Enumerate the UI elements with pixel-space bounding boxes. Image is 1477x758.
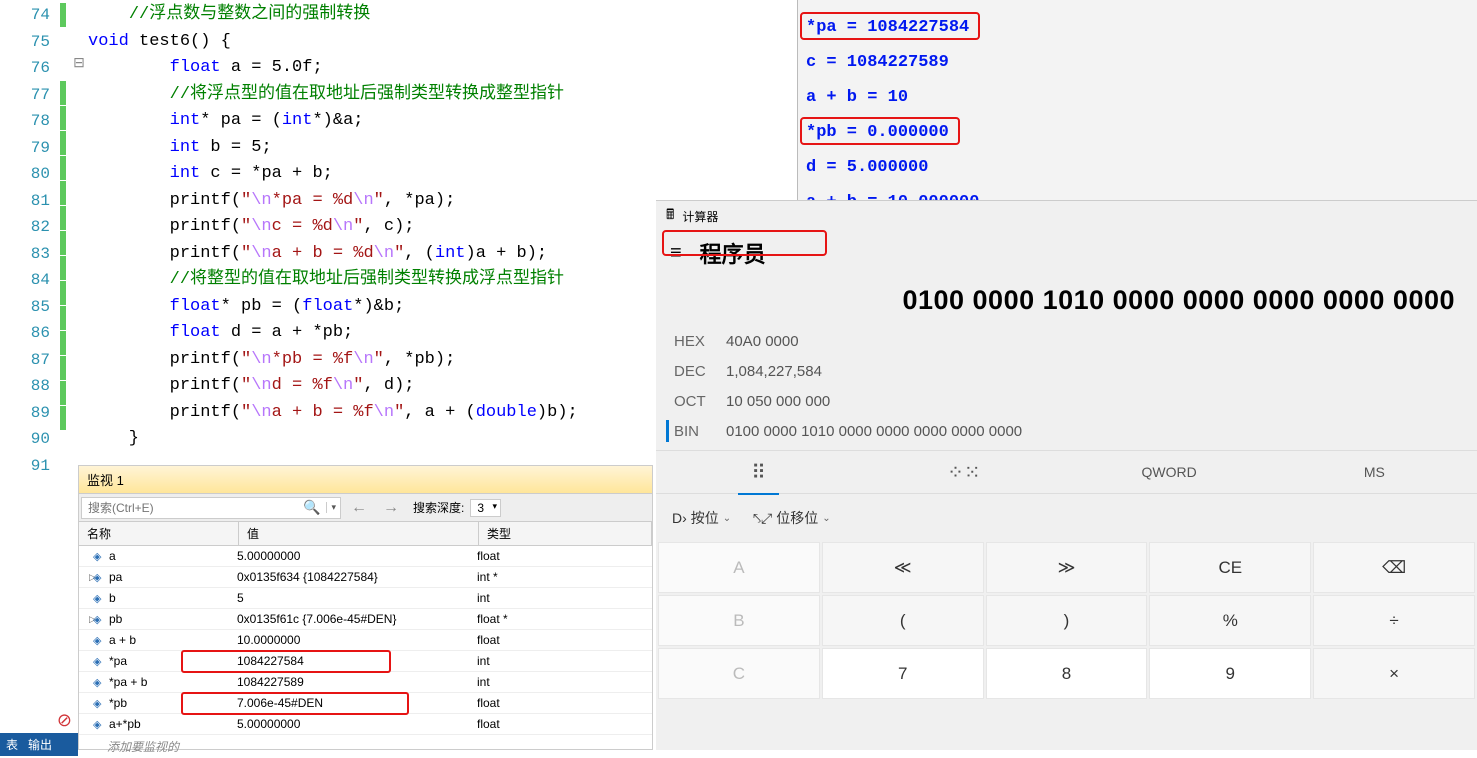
key-([interactable]: ( xyxy=(822,595,984,646)
bitwise-dropdown[interactable]: D› 按位 ⌄ xyxy=(670,504,733,532)
key-7[interactable]: 7 xyxy=(822,648,984,699)
cube-icon: ◈ xyxy=(93,655,107,668)
watch-col-value[interactable]: 值 xyxy=(239,522,479,545)
calc-display: 0100 0000 1010 0000 0000 0000 0000 0000 xyxy=(656,275,1477,322)
key-9[interactable]: 9 xyxy=(1149,648,1311,699)
cube-icon: ◈ xyxy=(93,718,107,731)
chevron-down-icon: ⌄ xyxy=(723,513,731,524)
depth-select[interactable]: 3 xyxy=(470,499,501,517)
key-%[interactable]: % xyxy=(1149,595,1311,646)
bitwise-label: 按位 xyxy=(691,508,719,528)
watch-search-input[interactable] xyxy=(82,499,297,517)
tab-table[interactable]: 表 xyxy=(6,736,18,753)
cube-icon: ◈ xyxy=(93,571,107,584)
shift-dropdown[interactable]: ⤣⤢ 位移位 ⌄ xyxy=(751,504,832,532)
key-×[interactable]: × xyxy=(1313,648,1475,699)
console-line: *pb = 0.000000 xyxy=(798,115,1477,150)
calc-bit-ops: D› 按位 ⌄ ⤣⤢ 位移位 ⌄ xyxy=(656,494,1477,542)
console-line: *pa = 1084227584 xyxy=(798,10,1477,45)
cube-icon: ◈ xyxy=(93,697,107,710)
watch-body: ◈a5.00000000float▷◈pa0x0135f634 {1084227… xyxy=(79,546,652,735)
cube-icon: ◈ xyxy=(93,550,107,563)
key-8[interactable]: 8 xyxy=(986,648,1148,699)
ms-button[interactable]: MS xyxy=(1272,464,1477,480)
calc-keypad: A≪≫CE⌫ B()%÷ C789× xyxy=(656,542,1477,701)
watch-row[interactable]: ◈b5int xyxy=(79,588,652,609)
fold-gutter[interactable]: ⊟ xyxy=(70,0,88,465)
console-line: a + b = 10 xyxy=(798,80,1477,115)
base-row-dec[interactable]: DEC1,084,227,584 xyxy=(666,356,1467,386)
chevron-down-icon: ⌄ xyxy=(822,513,830,524)
console-output: *pa = 1084227584c = 1084227589a + b = 10… xyxy=(797,0,1477,232)
calc-header: ≡ 程序员 xyxy=(656,231,1477,275)
search-dropdown-icon[interactable]: ▾ xyxy=(326,502,340,513)
watch-col-type[interactable]: 类型 xyxy=(479,522,652,545)
menu-icon[interactable]: ≡ xyxy=(670,242,682,265)
console-line: d = 5.000000 xyxy=(798,150,1477,185)
watch-row[interactable]: ◈a5.00000000float xyxy=(79,546,652,567)
key-⌫[interactable]: ⌫ xyxy=(1313,542,1475,593)
qword-button[interactable]: QWORD xyxy=(1067,464,1272,480)
cube-icon: ◈ xyxy=(93,634,107,647)
watch-search-box[interactable]: 🔍 ▾ xyxy=(81,497,341,519)
key-A[interactable]: A xyxy=(658,542,820,593)
watch-row[interactable]: ◈*pa + b1084227589int xyxy=(79,672,652,693)
nav-back-icon[interactable]: ← xyxy=(343,499,375,517)
tab-output[interactable]: 输出 xyxy=(28,736,52,753)
search-icon[interactable]: 🔍 xyxy=(297,499,326,516)
calc-titlebar[interactable]: 🖩 计算器 xyxy=(656,201,1477,231)
bitwise-icon: D› xyxy=(672,510,687,526)
key-÷[interactable]: ÷ xyxy=(1313,595,1475,646)
watch-add-placeholder[interactable]: 添加要监视的 xyxy=(79,735,652,758)
calculator-icon: 🖩 xyxy=(666,204,674,228)
watch-col-name[interactable]: 名称 xyxy=(79,522,239,545)
error-icon[interactable]: ⊘ xyxy=(51,708,78,733)
calc-mode-tabs: ⠿ ⁘⁙ QWORD MS xyxy=(656,450,1477,494)
calc-app-name: 计算器 xyxy=(682,208,718,225)
watch-row[interactable]: ◈*pa1084227584int xyxy=(79,651,652,672)
bottom-tab-strip[interactable]: 表 输出 xyxy=(0,733,78,756)
watch-row[interactable]: ▷◈pb0x0135f61c {7.006e-45#DEN}float * xyxy=(79,609,652,630)
bit-toggle-mode-icon[interactable]: ⁘⁙ xyxy=(861,460,1066,485)
watch-row[interactable]: ◈a + b10.0000000float xyxy=(79,630,652,651)
watch-header-row: 名称 值 类型 xyxy=(79,522,652,546)
calc-mode-label: 程序员 xyxy=(700,237,766,269)
base-row-hex[interactable]: HEX40A0 0000 xyxy=(666,326,1467,356)
console-line: c = 1084227589 xyxy=(798,45,1477,80)
cube-icon: ◈ xyxy=(93,676,107,689)
cube-icon: ◈ xyxy=(93,592,107,605)
key-≫[interactable]: ≫ xyxy=(986,542,1148,593)
keypad-mode-icon[interactable]: ⠿ xyxy=(656,460,861,485)
watch-row[interactable]: ◈a+*pb5.00000000float xyxy=(79,714,652,735)
depth-label: 搜索深度: xyxy=(407,499,470,516)
key-CE[interactable]: CE xyxy=(1149,542,1311,593)
line-number-gutter: 747576777879808182838485868788899091 xyxy=(0,0,60,465)
base-row-bin[interactable]: BIN0100 0000 1010 0000 0000 0000 0000 00… xyxy=(666,416,1467,446)
key-B[interactable]: B xyxy=(658,595,820,646)
shift-icon: ⤣⤢ xyxy=(753,510,772,527)
watch-row[interactable]: ▷◈pa0x0135f634 {1084227584}int * xyxy=(79,567,652,588)
calculator-window[interactable]: 🖩 计算器 ≡ 程序员 0100 0000 1010 0000 0000 000… xyxy=(656,200,1477,750)
key-)[interactable]: ) xyxy=(986,595,1148,646)
watch-row[interactable]: ◈*pb7.006e-45#DENfloat xyxy=(79,693,652,714)
code-content[interactable]: //浮点数与整数之间的强制转换void test6() { float a = … xyxy=(88,0,578,465)
shift-label: 位移位 xyxy=(776,508,818,528)
key-≪[interactable]: ≪ xyxy=(822,542,984,593)
bottom-left-tabs: ⊘ 表 输出 xyxy=(0,708,78,750)
change-marks xyxy=(60,0,70,465)
nav-forward-icon[interactable]: → xyxy=(375,499,407,517)
calc-base-list: HEX40A0 0000DEC1,084,227,584OCT10 050 00… xyxy=(656,322,1477,450)
watch-title: 监视 1 xyxy=(79,466,652,494)
base-row-oct[interactable]: OCT10 050 000 000 xyxy=(666,386,1467,416)
key-C[interactable]: C xyxy=(658,648,820,699)
cube-icon: ◈ xyxy=(93,613,107,626)
watch-panel[interactable]: 监视 1 🔍 ▾ ← → 搜索深度: 3 名称 值 类型 ◈a5.0000000… xyxy=(78,465,653,750)
watch-toolbar: 🔍 ▾ ← → 搜索深度: 3 xyxy=(79,494,652,522)
